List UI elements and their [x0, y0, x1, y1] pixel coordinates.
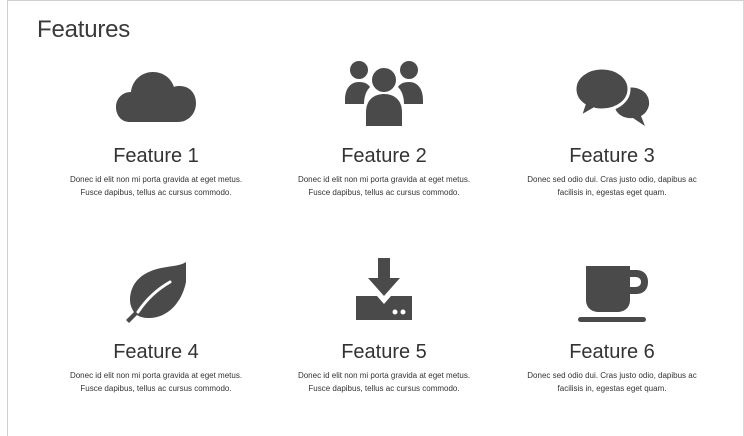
feature-card: Feature 4 Donec id elit non mi porta gra…	[58, 256, 254, 395]
feature-title: Feature 5	[341, 341, 427, 363]
feature-title: Feature 1	[113, 145, 199, 167]
coffee-cup-icon	[562, 256, 662, 328]
feature-title: Feature 6	[569, 341, 655, 363]
feature-description: Donec id elit non mi porta gravida at eg…	[69, 175, 243, 197]
feature-card: Feature 1 Donec id elit non mi porta gra…	[58, 60, 254, 199]
feature-description: Donec sed odio dui. Cras justo odio, dap…	[527, 371, 697, 393]
features-grid: Feature 1 Donec id elit non mi porta gra…	[58, 60, 710, 430]
feature-card: Feature 3 Donec sed odio dui. Cras justo…	[514, 60, 710, 199]
feature-card: Feature 2 Donec id elit non mi porta gra…	[286, 60, 482, 199]
feature-description: Donec id elit non mi porta gravida at eg…	[297, 175, 471, 197]
feature-title: Feature 4	[113, 341, 199, 363]
feature-card: Feature 6 Donec sed odio dui. Cras justo…	[514, 256, 710, 395]
page: Features Feature 1 Donec id elit non mi …	[0, 0, 744, 436]
users-icon	[334, 60, 434, 132]
feature-description: Donec id elit non mi porta gravida at eg…	[297, 371, 471, 393]
cloud-icon	[106, 60, 206, 132]
feature-card: Feature 5 Donec id elit non mi porta gra…	[286, 256, 482, 395]
page-title: Features	[37, 16, 131, 43]
feature-description: Donec sed odio dui. Cras justo odio, dap…	[527, 175, 697, 197]
feature-title: Feature 2	[341, 145, 427, 167]
chat-bubbles-icon	[562, 60, 662, 132]
download-icon	[334, 256, 434, 328]
feature-title: Feature 3	[569, 145, 655, 167]
feature-description: Donec id elit non mi porta gravida at eg…	[69, 371, 243, 393]
leaf-icon	[106, 256, 206, 328]
